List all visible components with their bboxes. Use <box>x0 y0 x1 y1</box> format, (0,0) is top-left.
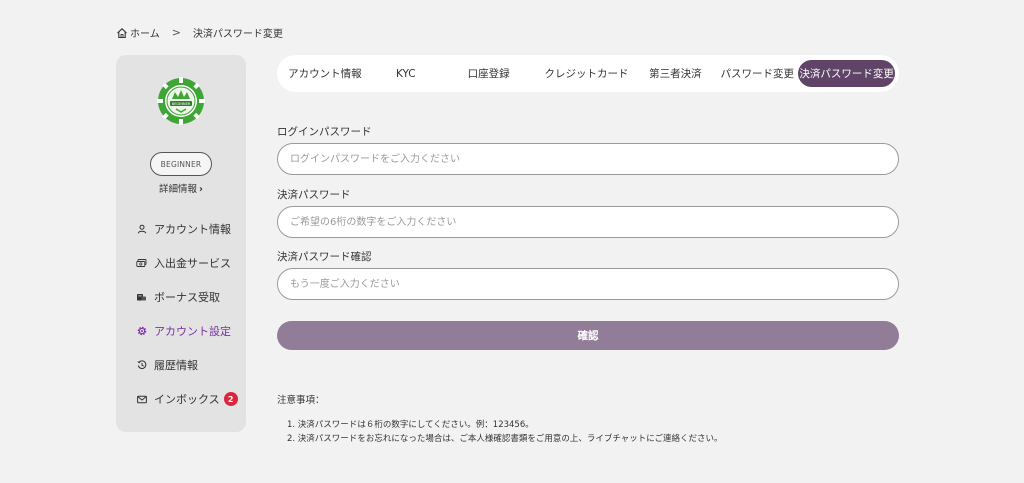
sidebar-item-label: インボックス <box>154 393 220 406</box>
tab-credit-card[interactable]: クレジットカード <box>539 60 635 87</box>
breadcrumb-current: 決済パスワード変更 <box>192 29 283 40</box>
tab-payment-password-change[interactable]: 決済パスワード変更 <box>798 60 896 87</box>
money-icon <box>136 258 147 269</box>
sidebar-item-deposit-withdraw[interactable]: 入出金サービス <box>136 246 246 280</box>
sidebar-item-account-settings[interactable]: アカウント設定 <box>136 314 246 348</box>
chevron-right-icon: › <box>199 184 203 195</box>
payment-password-confirm-label: 決済パスワード確認 <box>277 251 372 263</box>
level-badge: BEGINNER <box>150 152 212 176</box>
sidebar-item-inbox[interactable]: インボックス 2 <box>136 382 246 416</box>
confirm-button[interactable]: 確認 <box>277 321 899 350</box>
gear-icon <box>136 326 147 337</box>
breadcrumb-home-link[interactable]: ホーム <box>130 25 160 40</box>
sidebar-item-label: 履歴情報 <box>154 359 198 372</box>
tab-password-change[interactable]: パスワード変更 <box>716 60 798 87</box>
history-icon <box>136 360 147 371</box>
payment-password-confirm-input[interactable] <box>277 268 899 300</box>
tab-bank-registration[interactable]: 口座登録 <box>439 60 539 87</box>
mail-icon <box>136 394 147 405</box>
sidebar-item-label: アカウント設定 <box>154 325 231 338</box>
note-item: 2. 決済パスワードをお忘れになった場合は、ご本人様確認書類をご用意の上、ライブ… <box>287 434 723 444</box>
payment-password-label: 決済パスワード <box>277 189 351 201</box>
payment-password-input[interactable] <box>277 206 899 238</box>
home-icon[interactable] <box>116 27 128 39</box>
beginner-badge-logo: BEGINNER <box>156 76 206 126</box>
user-icon <box>136 224 147 235</box>
sidebar-item-label: 入出金サービス <box>154 257 231 270</box>
breadcrumb: ホーム > 決済パスワード変更 <box>116 25 283 40</box>
login-password-input[interactable] <box>277 143 899 175</box>
tab-kyc[interactable]: KYC <box>373 60 439 87</box>
coins-icon <box>136 292 147 303</box>
svg-text:BEGINNER: BEGINNER <box>172 102 191 106</box>
notes-title: 注意事項： <box>277 395 325 406</box>
settings-tabs: アカウント情報 KYC 口座登録 クレジットカード 第三者決済 パスワード変更 … <box>277 55 899 92</box>
sidebar-menu: アカウント情報 入出金サービス ボーナス受取 アカウント設定 履歴情報 インボッ… <box>136 212 246 416</box>
breadcrumb-separator: > <box>171 26 181 39</box>
tab-third-party-payment[interactable]: 第三者決済 <box>634 60 716 87</box>
detail-info-label: 詳細情報 <box>159 184 198 195</box>
sidebar-item-label: アカウント情報 <box>154 223 231 236</box>
sidebar-item-account-info[interactable]: アカウント情報 <box>136 212 246 246</box>
sidebar-item-history[interactable]: 履歴情報 <box>136 348 246 382</box>
detail-info-link[interactable]: 詳細情報 › <box>116 181 246 195</box>
inbox-count-badge: 2 <box>223 392 238 406</box>
tab-account-info[interactable]: アカウント情報 <box>277 60 373 87</box>
sidebar-item-label: ボーナス受取 <box>154 291 220 304</box>
login-password-label: ログインパスワード <box>277 126 372 138</box>
note-item: 1. 決済パスワードは６桁の数字にしてください。例：123456。 <box>287 420 534 430</box>
sidebar: BEGINNER BEGINNER 詳細情報 › アカウント情報 入出金サービス … <box>116 55 246 432</box>
sidebar-item-bonus[interactable]: ボーナス受取 <box>136 280 246 314</box>
notes-list: 1. 決済パスワードは６桁の数字にしてください。例：123456。 2. 決済パ… <box>287 418 723 446</box>
